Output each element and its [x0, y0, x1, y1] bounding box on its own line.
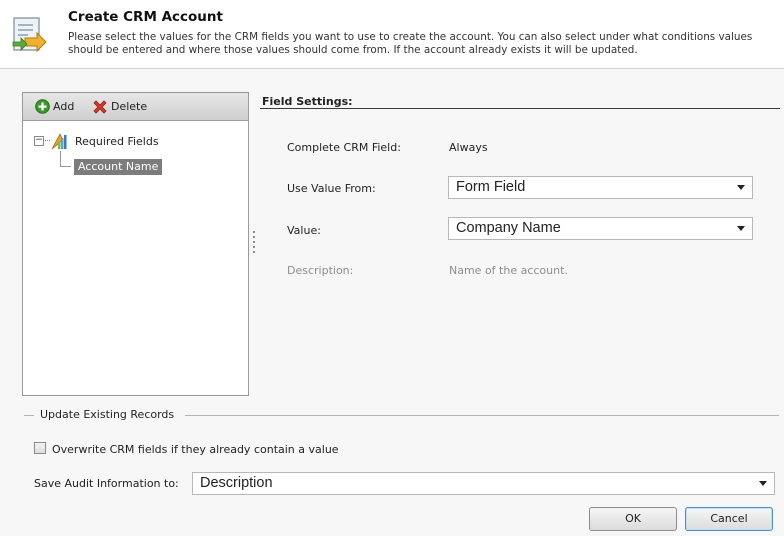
use-value-from-select[interactable]: Form Field: [448, 176, 753, 199]
tree-collapse-toggle[interactable]: −: [34, 136, 44, 146]
tree-connector: [43, 140, 50, 141]
field-settings-divider: [260, 108, 780, 109]
add-button-label: Add: [53, 100, 75, 113]
add-icon: [35, 99, 50, 114]
dialog-header: Create CRM Account Please select the val…: [0, 0, 784, 69]
save-audit-selected: Description: [200, 475, 273, 491]
form-arrow-icon: [12, 17, 47, 53]
overwrite-checkbox-label[interactable]: Overwrite CRM fields if they already con…: [52, 443, 339, 456]
cancel-button[interactable]: Cancel: [685, 507, 773, 531]
tree-connector-child: [60, 166, 71, 167]
delete-button[interactable]: Delete: [92, 98, 147, 115]
complete-crm-field-value: Always: [449, 141, 488, 154]
required-fields-panel: Add Delete − Required Fields Account Nam…: [22, 92, 249, 396]
use-value-from-label: Use Value From:: [287, 182, 376, 195]
chevron-down-icon: [737, 226, 745, 231]
tree-node-account-name[interactable]: Account Name: [74, 159, 163, 175]
chevron-down-icon: [737, 185, 745, 190]
delete-icon: [93, 99, 107, 114]
group-border-left: [24, 415, 34, 416]
tree-connector-vertical: [60, 151, 61, 166]
chevron-down-icon: [759, 481, 767, 486]
value-selected: Company Name: [456, 220, 561, 236]
overwrite-checkbox[interactable]: [34, 442, 46, 454]
panel-splitter[interactable]: [253, 228, 257, 258]
add-button[interactable]: Add: [35, 98, 74, 115]
use-value-from-selected: Form Field: [456, 179, 526, 195]
group-border-right: [185, 415, 779, 416]
delete-button-label: Delete: [111, 100, 148, 113]
save-audit-select[interactable]: Description: [192, 472, 775, 495]
complete-crm-field-label: Complete CRM Field:: [287, 141, 401, 154]
description-value: Name of the account.: [449, 264, 568, 277]
required-fields-icon: [51, 133, 67, 150]
create-crm-account-dialog: Create CRM Account Please select the val…: [0, 0, 784, 536]
field-settings-title: Field Settings:: [262, 95, 353, 108]
value-label: Value:: [287, 224, 321, 237]
tree-node-required-fields[interactable]: Required Fields: [75, 135, 159, 148]
update-existing-records-title: Update Existing Records: [40, 408, 175, 421]
ok-button[interactable]: OK: [589, 507, 677, 531]
dialog-description: Please select the values for the CRM fie…: [68, 31, 753, 56]
dialog-title: Create CRM Account: [68, 9, 223, 25]
description-label: Description:: [287, 264, 354, 277]
save-audit-label: Save Audit Information to:: [34, 477, 179, 490]
value-select[interactable]: Company Name: [448, 217, 753, 240]
tree-toolbar: Add Delete: [23, 93, 248, 121]
